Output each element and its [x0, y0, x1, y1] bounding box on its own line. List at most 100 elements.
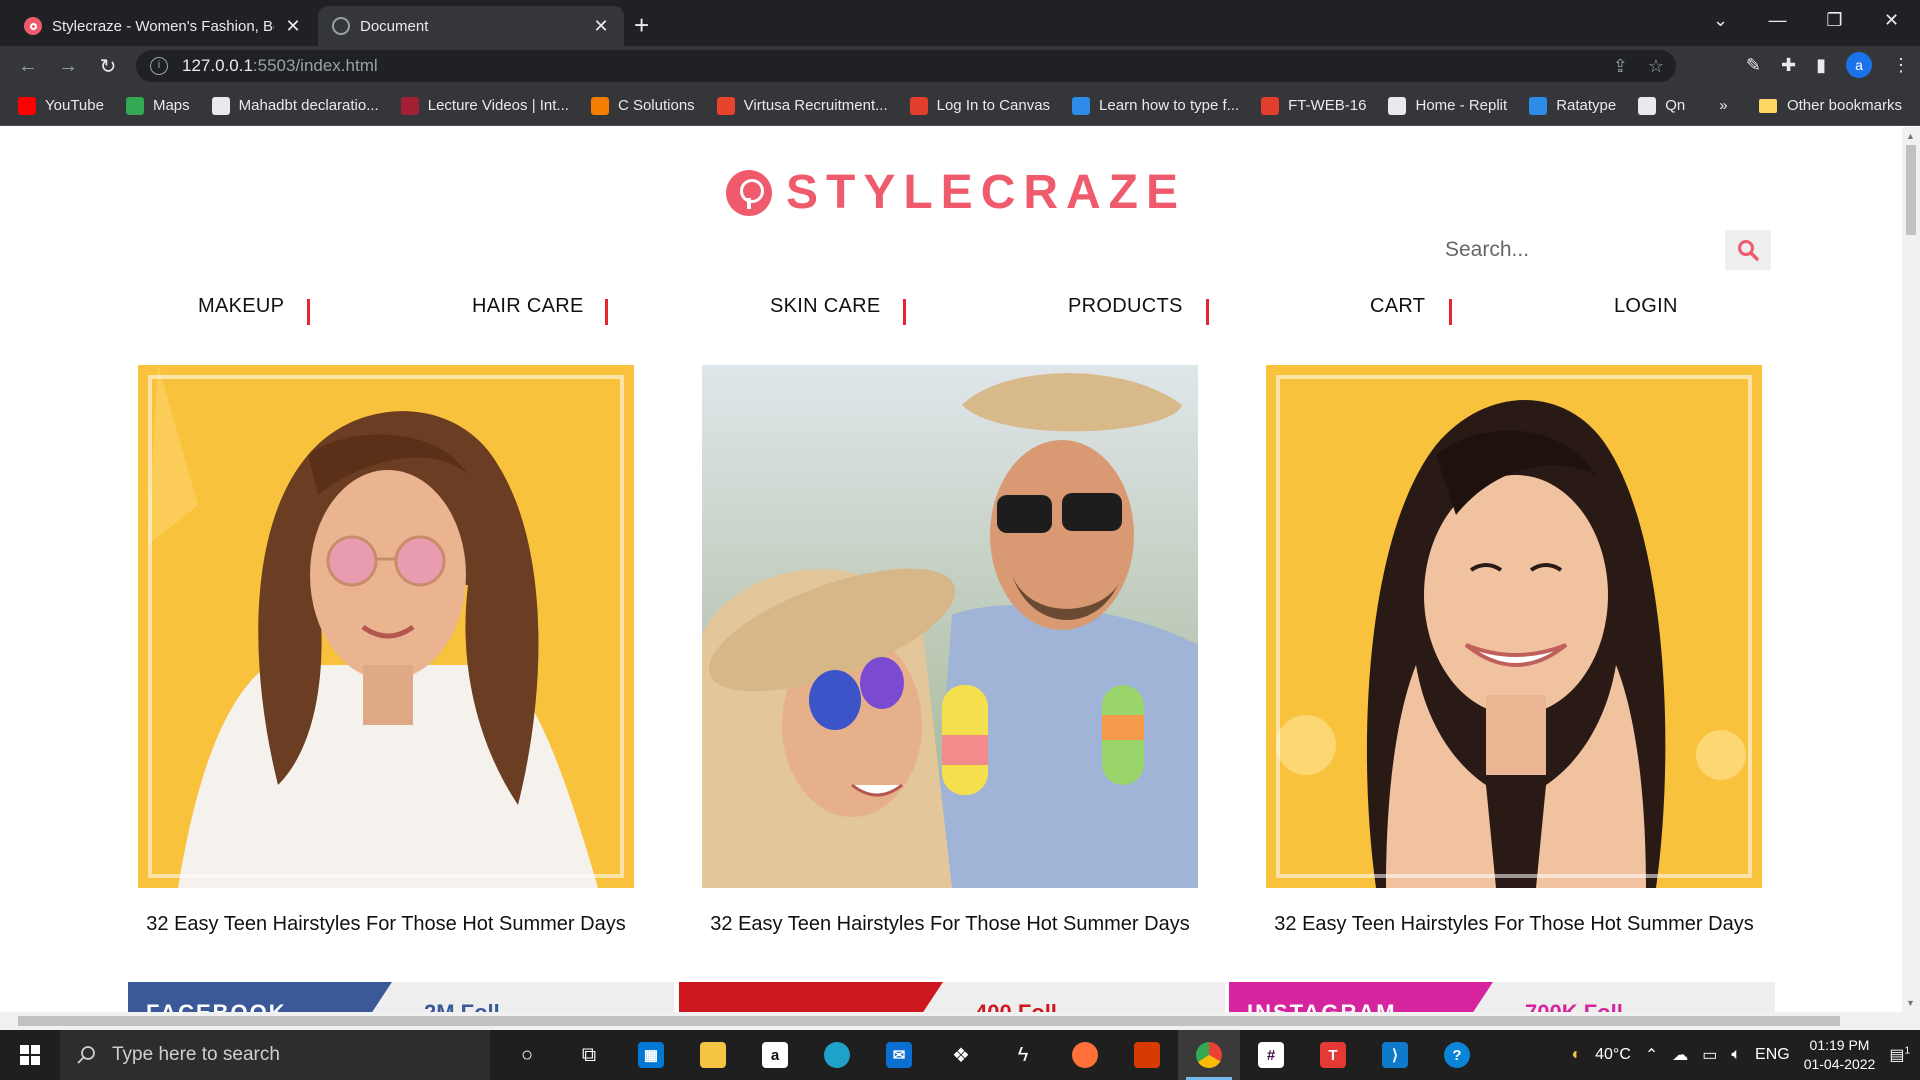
bookmark-item[interactable]: Log In to Canvas	[909, 96, 1050, 115]
cortana-icon[interactable]: ○	[496, 1030, 558, 1080]
address-bar[interactable]: i 127.0.0.1:5503/index.html ⇪ ☆	[136, 50, 1676, 82]
forward-button[interactable]: →	[48, 55, 88, 78]
file-explorer-icon[interactable]	[682, 1030, 744, 1080]
vertical-scrollbar[interactable]: ▲ ▼	[1902, 127, 1920, 1012]
battery-icon[interactable]: ▭	[1702, 1045, 1717, 1065]
bookmark-item[interactable]: FT-WEB-16	[1261, 96, 1366, 115]
language-indicator[interactable]: ENG	[1755, 1046, 1790, 1064]
windows-taskbar: Type here to search ○ ⧉ ▦ a ✉ ❖ ϟ # T ⟩ …	[0, 1030, 1920, 1080]
nav-separator	[1206, 299, 1209, 325]
clock[interactable]: 01:19 PM 01-04-2022	[1804, 1036, 1876, 1074]
new-tab-button[interactable]: +	[634, 6, 649, 46]
article-caption[interactable]: 32 Easy Teen Hairstyles For Those Hot Su…	[702, 913, 1198, 936]
windows-logo-icon	[20, 1045, 40, 1065]
tab-search-icon[interactable]: ⌄	[1692, 10, 1749, 31]
article-caption[interactable]: 32 Easy Teen Hairstyles For Those Hot Su…	[138, 913, 634, 936]
article-caption[interactable]: 32 Easy Teen Hairstyles For Those Hot Su…	[1266, 913, 1762, 936]
tab-stylecraze[interactable]: Stylecraze - Women's Fashion, Be ✕	[10, 6, 316, 46]
bookmark-item[interactable]: Ratatype	[1529, 96, 1616, 115]
site-info-icon[interactable]: i	[150, 57, 168, 75]
onedrive-icon[interactable]: ☁	[1672, 1045, 1688, 1065]
other-bookmarks[interactable]: Other bookmarks	[1758, 97, 1902, 114]
bookmark-item[interactable]: Virtusa Recruitment...	[716, 96, 888, 115]
nav-skin-care[interactable]: SKIN CARE	[770, 295, 881, 318]
bookmark-label: Mahadbt declaratio...	[238, 97, 379, 114]
weather-icon[interactable]: ◐	[1571, 1046, 1581, 1064]
article-photo-woman-smiling[interactable]	[1266, 365, 1762, 888]
tab-document[interactable]: Document ✕	[318, 6, 624, 46]
nav-hair-care[interactable]: HAIR CARE	[472, 295, 584, 318]
article-card[interactable]: 32 Easy Teen Hairstyles For Those Hot Su…	[1266, 365, 1762, 936]
office-icon[interactable]	[1116, 1030, 1178, 1080]
nav-login[interactable]: LOGIN	[1614, 295, 1678, 318]
notifications-icon[interactable]: ▤1	[1889, 1045, 1910, 1065]
article-photo-woman-sunglasses[interactable]	[138, 365, 634, 888]
bookmark-item[interactable]: Maps	[125, 96, 190, 115]
bookmark-item[interactable]: C Solutions	[590, 96, 695, 115]
photo-frame	[1276, 375, 1752, 878]
article-photo-couple-ice-cream[interactable]	[702, 365, 1198, 888]
bookmark-item[interactable]: Qn	[1638, 96, 1685, 115]
reload-button[interactable]: ↻	[88, 54, 128, 79]
close-window-button[interactable]: ✕	[1863, 10, 1920, 31]
weather-temp[interactable]: 40°C	[1595, 1046, 1631, 1064]
search-input[interactable]	[1445, 230, 1725, 270]
more-bookmarks-chevron[interactable]: »	[1719, 97, 1727, 114]
search-icon	[1738, 240, 1759, 261]
search-button[interactable]	[1725, 230, 1771, 270]
firefox-icon[interactable]	[1054, 1030, 1116, 1080]
menu-kebab-icon[interactable]: ⋮	[1892, 55, 1910, 76]
window-controls: ⌄ — ❐ ✕	[1692, 0, 1920, 40]
nav-products[interactable]: PRODUCTS	[1068, 295, 1183, 318]
profile-avatar[interactable]: a	[1846, 52, 1872, 78]
tray-chevron-icon[interactable]: ⌃	[1645, 1045, 1658, 1065]
nav-makeup[interactable]: MAKEUP	[198, 295, 284, 318]
help-icon[interactable]: ?	[1426, 1030, 1488, 1080]
start-button[interactable]	[0, 1030, 60, 1080]
store-icon[interactable]: ▦	[620, 1030, 682, 1080]
bookmark-item[interactable]: YouTube	[18, 96, 104, 115]
side-panel-icon[interactable]: ▮	[1816, 55, 1826, 76]
bookmark-item[interactable]: Mahadbt declaratio...	[211, 96, 379, 115]
close-tab-icon[interactable]: ✕	[284, 16, 302, 37]
share-icon[interactable]: ⇪	[1613, 56, 1628, 77]
vertical-scroll-thumb[interactable]	[1906, 145, 1916, 235]
bolt-app-icon[interactable]: ϟ	[992, 1030, 1054, 1080]
minimize-button[interactable]: —	[1749, 10, 1806, 31]
blogger-icon	[590, 96, 609, 115]
restore-button[interactable]: ❐	[1806, 10, 1863, 31]
browser-tab-bar: Stylecraze - Women's Fashion, Be ✕ Docum…	[0, 0, 1920, 46]
scroll-down-arrow-icon[interactable]: ▼	[1906, 998, 1915, 1008]
slack-icon[interactable]: #	[1240, 1030, 1302, 1080]
amazon-icon[interactable]: a	[744, 1030, 806, 1080]
extensions-puzzle-icon[interactable]: ✚	[1781, 55, 1796, 76]
bookmark-item[interactable]: Learn how to type f...	[1072, 96, 1239, 115]
article-card[interactable]: 32 Easy Teen Hairstyles For Those Hot Su…	[702, 365, 1198, 936]
mail-icon[interactable]: ✉	[868, 1030, 930, 1080]
typora-icon[interactable]: T	[1302, 1030, 1364, 1080]
volume-icon[interactable]: 🔈︎	[1731, 1046, 1741, 1064]
close-tab-icon[interactable]: ✕	[592, 16, 610, 37]
bookmark-item[interactable]: Home - Replit	[1388, 96, 1508, 115]
back-button[interactable]: ←	[8, 55, 48, 78]
bookmark-star-icon[interactable]: ☆	[1648, 56, 1664, 77]
site-search	[1445, 230, 1771, 270]
article-card[interactable]: 32 Easy Teen Hairstyles For Those Hot Su…	[138, 365, 634, 936]
chrome-icon[interactable]	[1178, 1030, 1240, 1080]
maps-icon	[125, 96, 144, 115]
bookmark-item[interactable]: Lecture Videos | Int...	[400, 96, 569, 115]
horizontal-scroll-thumb[interactable]	[18, 1016, 1840, 1026]
task-view-icon[interactable]: ⧉	[558, 1030, 620, 1080]
bookmarks-bar: YouTube Maps Mahadbt declaratio... Lecture …	[0, 86, 1920, 126]
taskbar-search[interactable]: Type here to search	[60, 1030, 490, 1080]
eyedropper-extension-icon[interactable]: ✎	[1746, 55, 1761, 76]
logo-wordmark: STYLECRAZE	[786, 166, 1187, 219]
horizontal-scrollbar[interactable]	[0, 1012, 1920, 1030]
site-logo[interactable]: STYLECRAZE	[726, 165, 1186, 220]
bookmark-label: Home - Replit	[1415, 97, 1508, 114]
scroll-up-arrow-icon[interactable]: ▲	[1906, 131, 1915, 141]
nav-cart[interactable]: CART	[1370, 295, 1425, 318]
vscode-icon[interactable]: ⟩	[1364, 1030, 1426, 1080]
edge-icon[interactable]	[806, 1030, 868, 1080]
dropbox-icon[interactable]: ❖	[930, 1030, 992, 1080]
